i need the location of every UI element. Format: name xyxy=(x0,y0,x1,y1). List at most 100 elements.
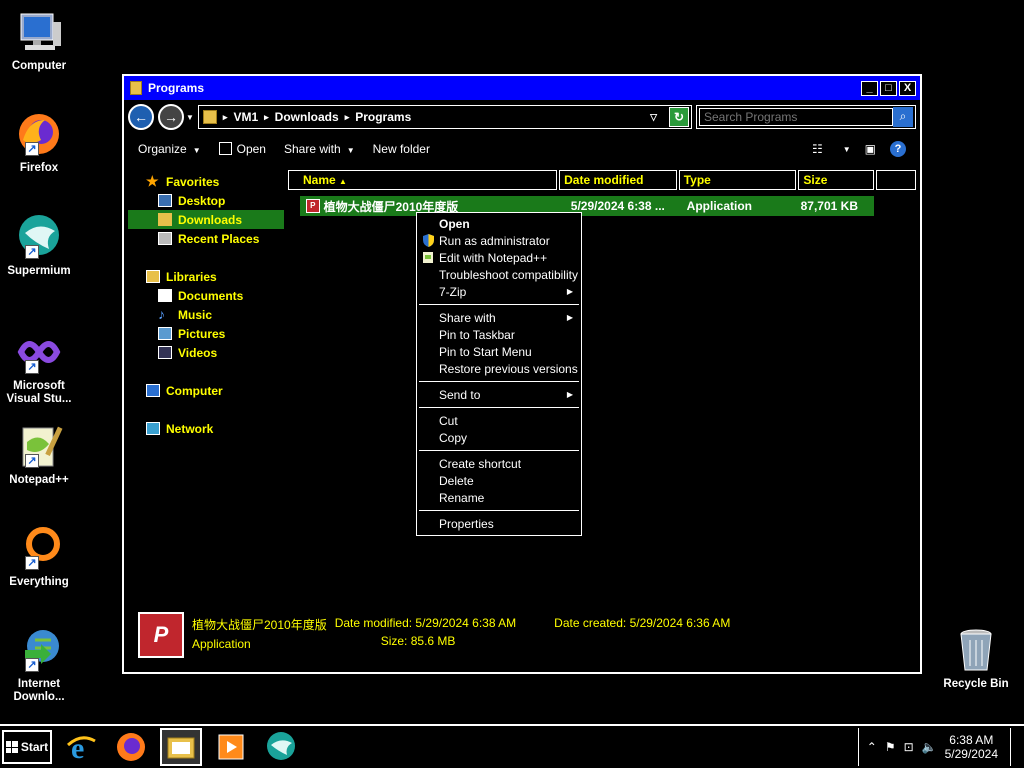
show-desktop-button[interactable] xyxy=(1010,728,1024,766)
breadcrumb-programs[interactable]: Programs xyxy=(355,110,411,124)
desktop-icon-notepadpp[interactable]: ↗ Notepad++ xyxy=(2,422,76,487)
window-titlebar[interactable]: Programs _ □ X xyxy=(124,76,920,100)
back-button[interactable]: ← xyxy=(128,104,154,130)
menu-separator xyxy=(419,304,579,305)
details-size-label: Size: xyxy=(380,634,408,648)
menu-7zip[interactable]: 7-Zip ▶ xyxy=(417,283,581,300)
nav-favorites[interactable]: ★ Favorites xyxy=(128,172,284,191)
breadcrumb-vm1[interactable]: VM1 xyxy=(233,110,258,124)
search-box: ⌕ xyxy=(696,105,916,129)
menu-properties[interactable]: Properties xyxy=(417,515,581,532)
column-header-size[interactable]: Size xyxy=(798,170,875,190)
star-icon: ★ xyxy=(146,173,159,189)
desktop-icon-firefox[interactable]: ↗ Firefox xyxy=(2,110,76,175)
open-button[interactable]: Open xyxy=(218,142,266,156)
taskbar-firefox[interactable] xyxy=(110,728,152,766)
navigation-pane: ★ Favorites Desktop Downloads Recent Plac… xyxy=(128,172,284,438)
chevron-right-icon[interactable]: ▸ xyxy=(264,112,269,123)
windows-logo-icon xyxy=(5,741,18,753)
taskbar-media-player[interactable] xyxy=(210,728,252,766)
videos-icon xyxy=(158,346,172,359)
breadcrumb-downloads[interactable]: Downloads xyxy=(275,110,339,124)
maximize-button[interactable]: □ xyxy=(880,80,897,96)
address-dropdown-icon[interactable]: ▽ xyxy=(650,112,657,123)
network-icon[interactable]: ⊡ xyxy=(904,740,914,754)
system-tray: ⌃ ⚑ ⊡ 🔈 6:38 AM 5/29/2024 xyxy=(857,728,1024,766)
nav-pictures[interactable]: Pictures xyxy=(128,324,284,343)
menu-copy[interactable]: Copy xyxy=(417,429,581,446)
chevron-right-icon[interactable]: ▸ xyxy=(345,112,350,123)
taskbar-windows-explorer[interactable] xyxy=(160,728,202,766)
taskbar-supermium[interactable] xyxy=(260,728,302,766)
search-icon[interactable]: ⌕ xyxy=(893,107,913,127)
submenu-arrow-icon: ▶ xyxy=(566,287,573,296)
desktop-icon-recycle-bin[interactable]: Recycle Bin xyxy=(938,626,1014,691)
view-options-icon[interactable]: ☷ xyxy=(812,142,823,156)
folder-icon xyxy=(202,110,217,124)
menu-open[interactable]: Open xyxy=(417,215,581,232)
details-file-type: Application xyxy=(192,637,251,651)
menu-edit-with-notepadpp[interactable]: Edit with Notepad++ xyxy=(417,249,581,266)
menu-share-with[interactable]: Share with ▶ xyxy=(417,309,581,326)
preview-pane-icon[interactable]: ▣ xyxy=(865,142,876,156)
close-button[interactable]: X xyxy=(899,80,916,96)
nav-libraries[interactable]: Libraries xyxy=(128,267,284,286)
minimize-button[interactable]: _ xyxy=(861,80,878,96)
desktop-icon-idm[interactable]: ↗ Internet Downlo... xyxy=(2,626,76,704)
column-header-name[interactable]: Name ▲ xyxy=(288,170,558,190)
show-hidden-icons-icon[interactable]: ⌃ xyxy=(867,740,877,754)
menu-restore-previous-versions[interactable]: Restore previous versions xyxy=(417,360,581,377)
action-center-flag-icon[interactable]: ⚑ xyxy=(885,740,896,754)
menu-send-to[interactable]: Send to ▶ xyxy=(417,386,581,403)
nav-music[interactable]: ♪ Music xyxy=(128,305,284,324)
file-date-modified: 5/29/2024 6:38 ... xyxy=(570,199,665,213)
menu-run-as-administrator[interactable]: Run as administrator xyxy=(417,232,581,249)
desktop-icon-label: Computer xyxy=(11,60,67,72)
search-input[interactable] xyxy=(699,108,893,126)
help-button[interactable]: ? xyxy=(890,141,906,157)
clock[interactable]: 6:38 AM 5/29/2024 xyxy=(945,733,1002,761)
menu-rename[interactable]: Rename xyxy=(417,489,581,506)
desktop-icon-everything[interactable]: ↗ Everything xyxy=(2,524,76,589)
recent-pages-dropdown[interactable]: ▼ xyxy=(186,113,194,122)
organize-button[interactable]: Organize ▼ xyxy=(138,142,201,156)
menu-troubleshoot-compatibility[interactable]: Troubleshoot compatibility xyxy=(417,266,581,283)
nav-desktop[interactable]: Desktop xyxy=(128,191,284,210)
column-header-type[interactable]: Type xyxy=(678,170,797,190)
chevron-right-icon[interactable]: ▸ xyxy=(223,112,228,123)
volume-muted-icon[interactable]: 🔈 xyxy=(922,740,937,754)
computer-icon xyxy=(146,384,160,397)
refresh-button[interactable]: ↻ xyxy=(669,107,689,127)
address-bar[interactable]: ▸ VM1 ▸ Downloads ▸ Programs ▽ ↻ xyxy=(197,105,692,129)
taskbar-internet-explorer[interactable]: e xyxy=(60,728,102,766)
desktop-icon-visual-studio[interactable]: ↗ Microsoft Visual Stu... xyxy=(2,328,76,406)
nav-network[interactable]: Network xyxy=(128,419,284,438)
nav-documents[interactable]: Documents xyxy=(128,286,284,305)
nav-videos[interactable]: Videos xyxy=(128,343,284,362)
nav-downloads[interactable]: Downloads xyxy=(128,210,284,229)
desktop-icon-computer[interactable]: Computer xyxy=(2,8,76,73)
menu-pin-to-start-menu[interactable]: Pin to Start Menu xyxy=(417,343,581,360)
menu-pin-to-taskbar[interactable]: Pin to Taskbar xyxy=(417,326,581,343)
file-row[interactable]: P 植物大战僵尸2010年度版 5/29/2024 6:38 ... Appli… xyxy=(300,196,874,216)
menu-create-shortcut[interactable]: Create shortcut xyxy=(417,455,581,472)
view-dropdown-icon[interactable]: ▼ xyxy=(843,145,851,154)
submenu-arrow-icon: ▶ xyxy=(566,313,573,322)
start-button[interactable]: Start xyxy=(2,730,52,764)
column-header-empty[interactable] xyxy=(876,170,917,190)
forward-button[interactable]: → xyxy=(158,104,184,130)
nav-recent-places[interactable]: Recent Places xyxy=(128,229,284,248)
menu-cut[interactable]: Cut xyxy=(417,412,581,429)
uac-shield-icon xyxy=(422,234,435,247)
internet-download-manager-icon: ↗ xyxy=(15,626,63,674)
desktop-icon-supermium[interactable]: ↗ Supermium xyxy=(2,213,76,278)
menu-delete[interactable]: Delete xyxy=(417,472,581,489)
share-with-button[interactable]: Share with ▼ xyxy=(284,142,355,156)
column-header-date-modified[interactable]: Date modified xyxy=(559,170,677,190)
file-list[interactable]: Name ▲ Date modified Type Size P 植物大战僵尸2… xyxy=(288,170,918,590)
nav-computer[interactable]: Computer xyxy=(128,381,284,400)
new-folder-button[interactable]: New folder xyxy=(373,142,430,156)
recent-places-icon xyxy=(158,232,172,245)
file-type: Application xyxy=(686,199,753,213)
recycle-bin-icon xyxy=(952,626,1000,674)
